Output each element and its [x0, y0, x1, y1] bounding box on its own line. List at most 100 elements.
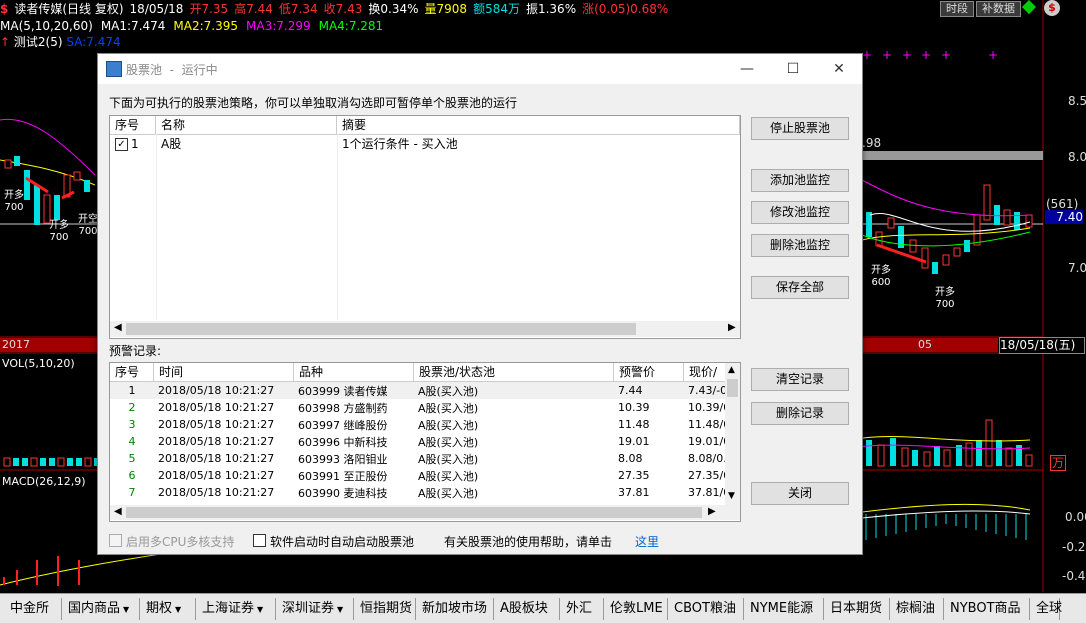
candle [57, 457, 65, 467]
market-tab[interactable]: 日本期货 [824, 598, 890, 620]
period-button[interactable]: 时段 [940, 1, 974, 17]
alert-cell: 603991 至正股份 [298, 469, 388, 483]
scroll-thumb[interactable] [126, 323, 636, 335]
price-tick: 8.50 [1068, 94, 1086, 108]
pool-list[interactable]: 序号 名称 摘要 ✓ 1 A股 1个运行条件 - 买入池 ◀ ▶ [109, 115, 741, 339]
alert-cell: 603997 继峰股份 [298, 418, 388, 432]
market-tab[interactable]: 上海证券 ▼ [196, 598, 276, 620]
alert-table-header: 序号 时间 品种 股票池/状态池 预警价 现价/涨 [110, 363, 726, 397]
alert-cell: 11.48/0 [688, 418, 725, 431]
signal-marker: 开多 600 [871, 265, 891, 288]
autostart-checkbox[interactable] [253, 534, 266, 547]
candle [22, 458, 28, 466]
candle [3, 457, 11, 467]
candle [877, 444, 885, 467]
alert-cell: A股(买入池) [418, 486, 479, 500]
alert-cell: 10.39/0 [688, 401, 725, 414]
candle [24, 170, 30, 200]
clear-records-button[interactable]: 清空记录 [751, 368, 849, 391]
alert-row[interactable]: 6 2018/05/18 10:21:27 603991 至正股份 A股(买入池) 27… [110, 467, 726, 484]
pool-checkbox[interactable]: ✓ [115, 138, 128, 151]
header-alert-price[interactable]: 预警价 [614, 363, 684, 381]
delete-monitor-button[interactable]: 删除池监控 [751, 234, 849, 257]
candle [934, 446, 940, 466]
market-tab[interactable]: 深圳证券 ▼ [276, 598, 354, 620]
header-current-price[interactable]: 现价/涨 [684, 363, 726, 397]
quote-date: 18/05/18 [129, 2, 184, 16]
custom-indicator-label: 测试2(5) [13, 35, 63, 49]
market-tab[interactable]: A股板块 [494, 598, 560, 620]
dialog-title-bar[interactable]: 股票池 - 运行中 — ☐ ✕ [98, 54, 862, 84]
pool-list-hscrollbar[interactable]: ◀ ▶ [110, 321, 740, 337]
market-tab[interactable]: NYME能源 [744, 598, 824, 620]
market-tab[interactable]: 国内商品 ▼ [62, 598, 140, 620]
scroll-thumb[interactable] [126, 507, 702, 518]
alert-cell: 4 [128, 435, 136, 448]
stop-pool-button[interactable]: 停止股票池 [751, 117, 849, 140]
market-tab[interactable]: 棕榈油 [890, 598, 944, 620]
header-name[interactable]: 名称 [156, 116, 337, 134]
save-all-button[interactable]: 保存全部 [751, 276, 849, 299]
open-price: 开7.35 [189, 2, 229, 16]
market-tab[interactable]: 新加坡市场 [416, 598, 494, 620]
maximize-icon[interactable]: ☐ [778, 58, 808, 80]
modify-monitor-button[interactable]: 修改池监控 [751, 201, 849, 224]
tab-label: 期权 [146, 601, 173, 616]
sa-value: SA:7.474 [66, 35, 121, 49]
alert-row[interactable]: 4 2018/05/18 10:21:27 603996 中新科技 A股(买入池) 19… [110, 433, 726, 450]
header-no[interactable]: 序号 [110, 116, 156, 134]
add-monitor-button[interactable]: 添加池监控 [751, 169, 849, 192]
alert-row[interactable]: 2 2018/05/18 10:21:27 603998 方盛制药 A股(买入池) 10… [110, 399, 726, 416]
alert-row[interactable]: 3 2018/05/18 10:21:27 603997 继峰股份 A股(买入池) 11… [110, 416, 726, 433]
tab-label: 上海证券 [202, 601, 255, 616]
delete-record-button[interactable]: 删除记录 [751, 402, 849, 425]
alert-cell: 7 [128, 486, 136, 499]
svg-text:+: + [902, 48, 912, 62]
candle [76, 458, 82, 466]
dollar-coin-icon[interactable]: $ [1044, 0, 1060, 16]
tab-label: NYBOT商品 [950, 601, 1021, 616]
autostart-label: 软件启动时自动启动股票池 [270, 535, 415, 549]
close-price: 收7.43 [323, 2, 363, 16]
market-tab[interactable]: 外汇 [560, 598, 604, 620]
complement-data-button[interactable]: 补数据 [976, 1, 1021, 17]
help-link[interactable]: 这里 [635, 533, 659, 550]
tab-label: 伦敦LME [610, 601, 663, 616]
alert-row[interactable]: 1 2018/05/18 10:21:27 603999 读者传媒 A股(买入池) 7.… [110, 382, 725, 399]
close-button[interactable]: 关闭 [751, 482, 849, 505]
header-summary[interactable]: 摘要 [337, 116, 740, 134]
market-tab[interactable]: 全球 [1030, 598, 1062, 620]
alert-row[interactable]: 7 2018/05/18 10:21:27 603990 麦迪科技 A股(买入池) 37… [110, 484, 726, 501]
market-tab[interactable]: 期权 ▼ [140, 598, 196, 620]
volume-unit: 万 [1050, 455, 1067, 471]
month-label: 05 [862, 338, 998, 352]
candle [942, 254, 950, 266]
market-tab[interactable]: 伦敦LME [604, 598, 668, 620]
header-time[interactable]: 时间 [154, 363, 294, 381]
alert-table-hscrollbar[interactable]: ◀ ▶ [110, 505, 740, 520]
header-pool[interactable]: 股票池/状态池 [414, 363, 614, 381]
candle [943, 449, 951, 467]
close-icon[interactable]: ✕ [824, 58, 854, 80]
header-no[interactable]: 序号 [110, 363, 154, 381]
alert-cell: 19.01/0 [688, 435, 725, 448]
minimize-icon[interactable]: — [732, 58, 762, 80]
market-tab[interactable]: 恒指期货 [354, 598, 416, 620]
alert-row[interactable]: 5 2018/05/18 10:21:27 603993 洛阳钼业 A股(买入池) 8.… [110, 450, 726, 467]
market-tab[interactable]: 中金所 [4, 598, 62, 620]
market-tab[interactable]: NYBOT商品 [944, 598, 1030, 620]
alert-table[interactable]: 序号 时间 品种 股票池/状态池 预警价 现价/涨 1 2018/05/18 10… [109, 362, 741, 522]
amount: 额584万 [473, 2, 520, 16]
scroll-thumb[interactable] [727, 379, 738, 397]
candle [67, 458, 73, 466]
quote-info-bar: $ 读者传媒(日线 复权) 18/05/18 开7.35 高7.44 低7.34 收7.43… [0, 0, 1086, 18]
multicpu-checkbox[interactable] [109, 534, 122, 547]
alert-table-vscrollbar[interactable]: ▲ ▼ [725, 363, 740, 505]
ma4-value: MA4:7.281 [318, 19, 384, 33]
pool-row[interactable]: ✓ 1 A股 1个运行条件 - 买入池 [110, 135, 740, 153]
market-tab[interactable]: CBOT粮油 [668, 598, 744, 620]
pool-row-name: A股 [161, 137, 182, 151]
candle [40, 458, 46, 466]
header-symbol[interactable]: 品种 [294, 363, 414, 381]
change: 涨(0.05)0.68% [582, 2, 669, 16]
